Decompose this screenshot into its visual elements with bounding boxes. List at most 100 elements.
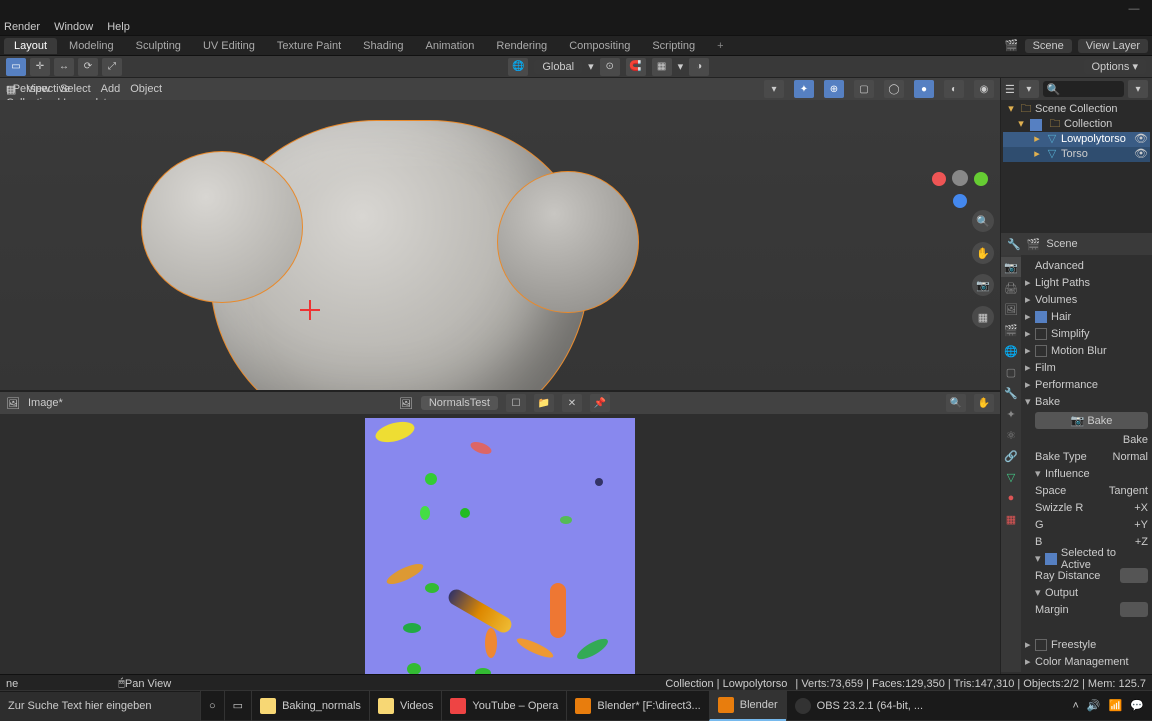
pin-image-btn[interactable]: 📌 (590, 394, 610, 412)
camera-icon[interactable]: 📷 (972, 274, 994, 296)
open-image-btn[interactable]: 📁 (534, 394, 554, 412)
panel-influence[interactable]: ▾Influence (1035, 465, 1148, 482)
panel-bake[interactable]: ▾Bake (1025, 393, 1148, 410)
img-pan-icon[interactable]: ✋ (974, 394, 994, 412)
shading-matprev[interactable]: ◐ (944, 80, 964, 98)
bake-button[interactable]: 📷 Bake (1035, 412, 1148, 429)
tab-anim[interactable]: Animation (416, 38, 485, 54)
overlay-toggle[interactable]: ⊕ (824, 80, 844, 98)
tray-notifications-icon[interactable]: 💬 (1130, 699, 1144, 712)
panel-freestyle[interactable]: ▸Freestyle (1025, 636, 1148, 653)
tab-render[interactable]: Rendering (486, 38, 557, 54)
layer-selector[interactable]: View Layer (1078, 39, 1148, 53)
ptab-render[interactable]: 📷 (1001, 257, 1021, 277)
img-zoom-icon[interactable]: 🔍 (946, 394, 966, 412)
tab-sculpting[interactable]: Sculpting (126, 38, 191, 54)
panel-selected-to-active[interactable]: ▾Selected to Active (1035, 550, 1148, 567)
shading-rendered[interactable]: ◉ (974, 80, 994, 98)
panel-color-mgmt[interactable]: ▸Color Management (1025, 653, 1148, 670)
img-editor-type[interactable]: 🖼 (6, 397, 20, 410)
swizzle-g-value[interactable]: +Y (1134, 519, 1148, 531)
shading-wire[interactable]: ◯ (884, 80, 904, 98)
panel-performance[interactable]: ▸Performance (1025, 376, 1148, 393)
menu-object[interactable]: Object (130, 83, 162, 95)
taskbar-videos[interactable]: Videos (369, 691, 441, 721)
tab-shading[interactable]: Shading (353, 38, 413, 54)
tab-texpaint[interactable]: Texture Paint (267, 38, 351, 54)
swizzle-r-value[interactable]: +X (1134, 502, 1148, 514)
tab-comp[interactable]: Compositing (559, 38, 640, 54)
move-tool[interactable]: ↔ (54, 58, 74, 76)
propedit-btn[interactable]: ◑ (689, 58, 709, 76)
shading-solid[interactable]: ● (914, 80, 934, 98)
panel-volumes[interactable]: ▸Volumes (1025, 291, 1148, 308)
ptab-particle[interactable]: ✦ (1001, 404, 1021, 424)
panel-film[interactable]: ▸Film (1025, 359, 1148, 376)
tray-chevron-icon[interactable]: ˄ (1072, 700, 1078, 712)
selectability-btn[interactable]: ▾ (764, 80, 784, 98)
orientation-icon[interactable]: 🌐 (508, 58, 528, 76)
outliner-type[interactable]: ☰ (1005, 83, 1015, 96)
menu-window[interactable]: Window (54, 21, 93, 33)
space-value[interactable]: Tangent (1109, 485, 1148, 497)
3d-viewport[interactable]: ▦ View Select Add Object ▾ ✦ ⊕ ▢ ◯ ● ◐ ◉… (0, 78, 1000, 390)
props-type[interactable]: 🔧 (1007, 238, 1021, 251)
outliner-torso[interactable]: ▸▽Torso👁 (1003, 147, 1150, 162)
image-name-field[interactable]: NormalsTest (421, 396, 498, 410)
panel-lightpaths[interactable]: ▸Light Paths (1025, 274, 1148, 291)
cursor-tool[interactable]: ✛ (30, 58, 50, 76)
hair-checkbox[interactable] (1035, 311, 1047, 323)
menu-help[interactable]: Help (107, 21, 130, 33)
tab-uv[interactable]: UV Editing (193, 38, 265, 54)
s2a-checkbox[interactable] (1045, 553, 1057, 565)
rotate-tool[interactable]: ⟳ (78, 58, 98, 76)
snap-target[interactable]: ▦ (652, 58, 672, 76)
axis-z[interactable] (953, 194, 967, 208)
taskbar-cortana[interactable]: ○ (200, 691, 224, 721)
options-dropdown[interactable]: Options ▾ (1084, 59, 1147, 74)
tab-layout[interactable]: Layout (4, 38, 57, 54)
ptab-modifier[interactable]: 🔧 (1001, 383, 1021, 403)
taskbar-youtube[interactable]: YouTube – Opera (441, 691, 566, 721)
transform-orientation[interactable]: Global (534, 60, 582, 74)
simplify-checkbox[interactable] (1035, 328, 1047, 340)
outliner-new-coll[interactable]: ▾ (1128, 80, 1148, 98)
pivot-btn[interactable]: ⊙ (600, 58, 620, 76)
panel-output[interactable]: ▾Output (1035, 584, 1148, 601)
select-tool[interactable]: ▭ (6, 58, 26, 76)
taskbar-obs[interactable]: OBS 23.2.1 (64-bit, ... (786, 691, 931, 721)
ptab-object[interactable]: ▢ (1001, 362, 1021, 382)
unlink-image-btn[interactable]: ✕ (562, 394, 582, 412)
new-image-btn[interactable]: ☐ (506, 394, 526, 412)
ptab-viewlayer[interactable]: 🖼 (1001, 299, 1021, 319)
ptab-world[interactable]: 🌐 (1001, 341, 1021, 361)
ptab-physics[interactable]: ⚛ (1001, 425, 1021, 445)
tab-add[interactable]: + (707, 38, 733, 54)
orientation-chevron[interactable]: ▾ (588, 60, 594, 73)
ptab-scene[interactable]: 🎬 (1001, 320, 1021, 340)
ptab-mesh[interactable]: ▽ (1001, 467, 1021, 487)
zoom-icon[interactable]: 🔍 (972, 210, 994, 232)
snap-chevron[interactable]: ▾ (678, 60, 684, 73)
axis-x[interactable] (932, 172, 946, 186)
raydist-slider[interactable] (1120, 568, 1148, 583)
outliner-collection[interactable]: ▾🗀Collection (1003, 117, 1150, 132)
mesh-torso[interactable] (170, 90, 630, 390)
taskbar-search[interactable]: Zur Suche Text hier eingeben (0, 692, 200, 720)
axis-y[interactable] (974, 172, 988, 186)
window-minimize[interactable]: — (1116, 3, 1152, 15)
motionblur-checkbox[interactable] (1035, 345, 1047, 357)
linked-icon[interactable]: 🖼 (399, 397, 413, 410)
scene-selector[interactable]: Scene (1025, 39, 1072, 53)
system-tray[interactable]: ˄ 🔊 📶 💬 (1064, 699, 1152, 712)
outliner-filter[interactable]: ▾ (1019, 80, 1039, 98)
tray-volume-icon[interactable]: 🔊 (1087, 699, 1101, 712)
outliner-scene-collection[interactable]: ▾🗀Scene Collection (1003, 102, 1150, 117)
nav-gizmo[interactable] (932, 150, 988, 206)
ptab-texture[interactable]: ▦ (1001, 509, 1021, 529)
freestyle-checkbox[interactable] (1035, 639, 1047, 651)
image-canvas[interactable] (0, 414, 1000, 690)
tab-modeling[interactable]: Modeling (59, 38, 124, 54)
ptab-output[interactable]: 🖨 (1001, 278, 1021, 298)
outliner-lowpolytorso[interactable]: ▸▽Lowpolytorso👁 (1003, 132, 1150, 147)
